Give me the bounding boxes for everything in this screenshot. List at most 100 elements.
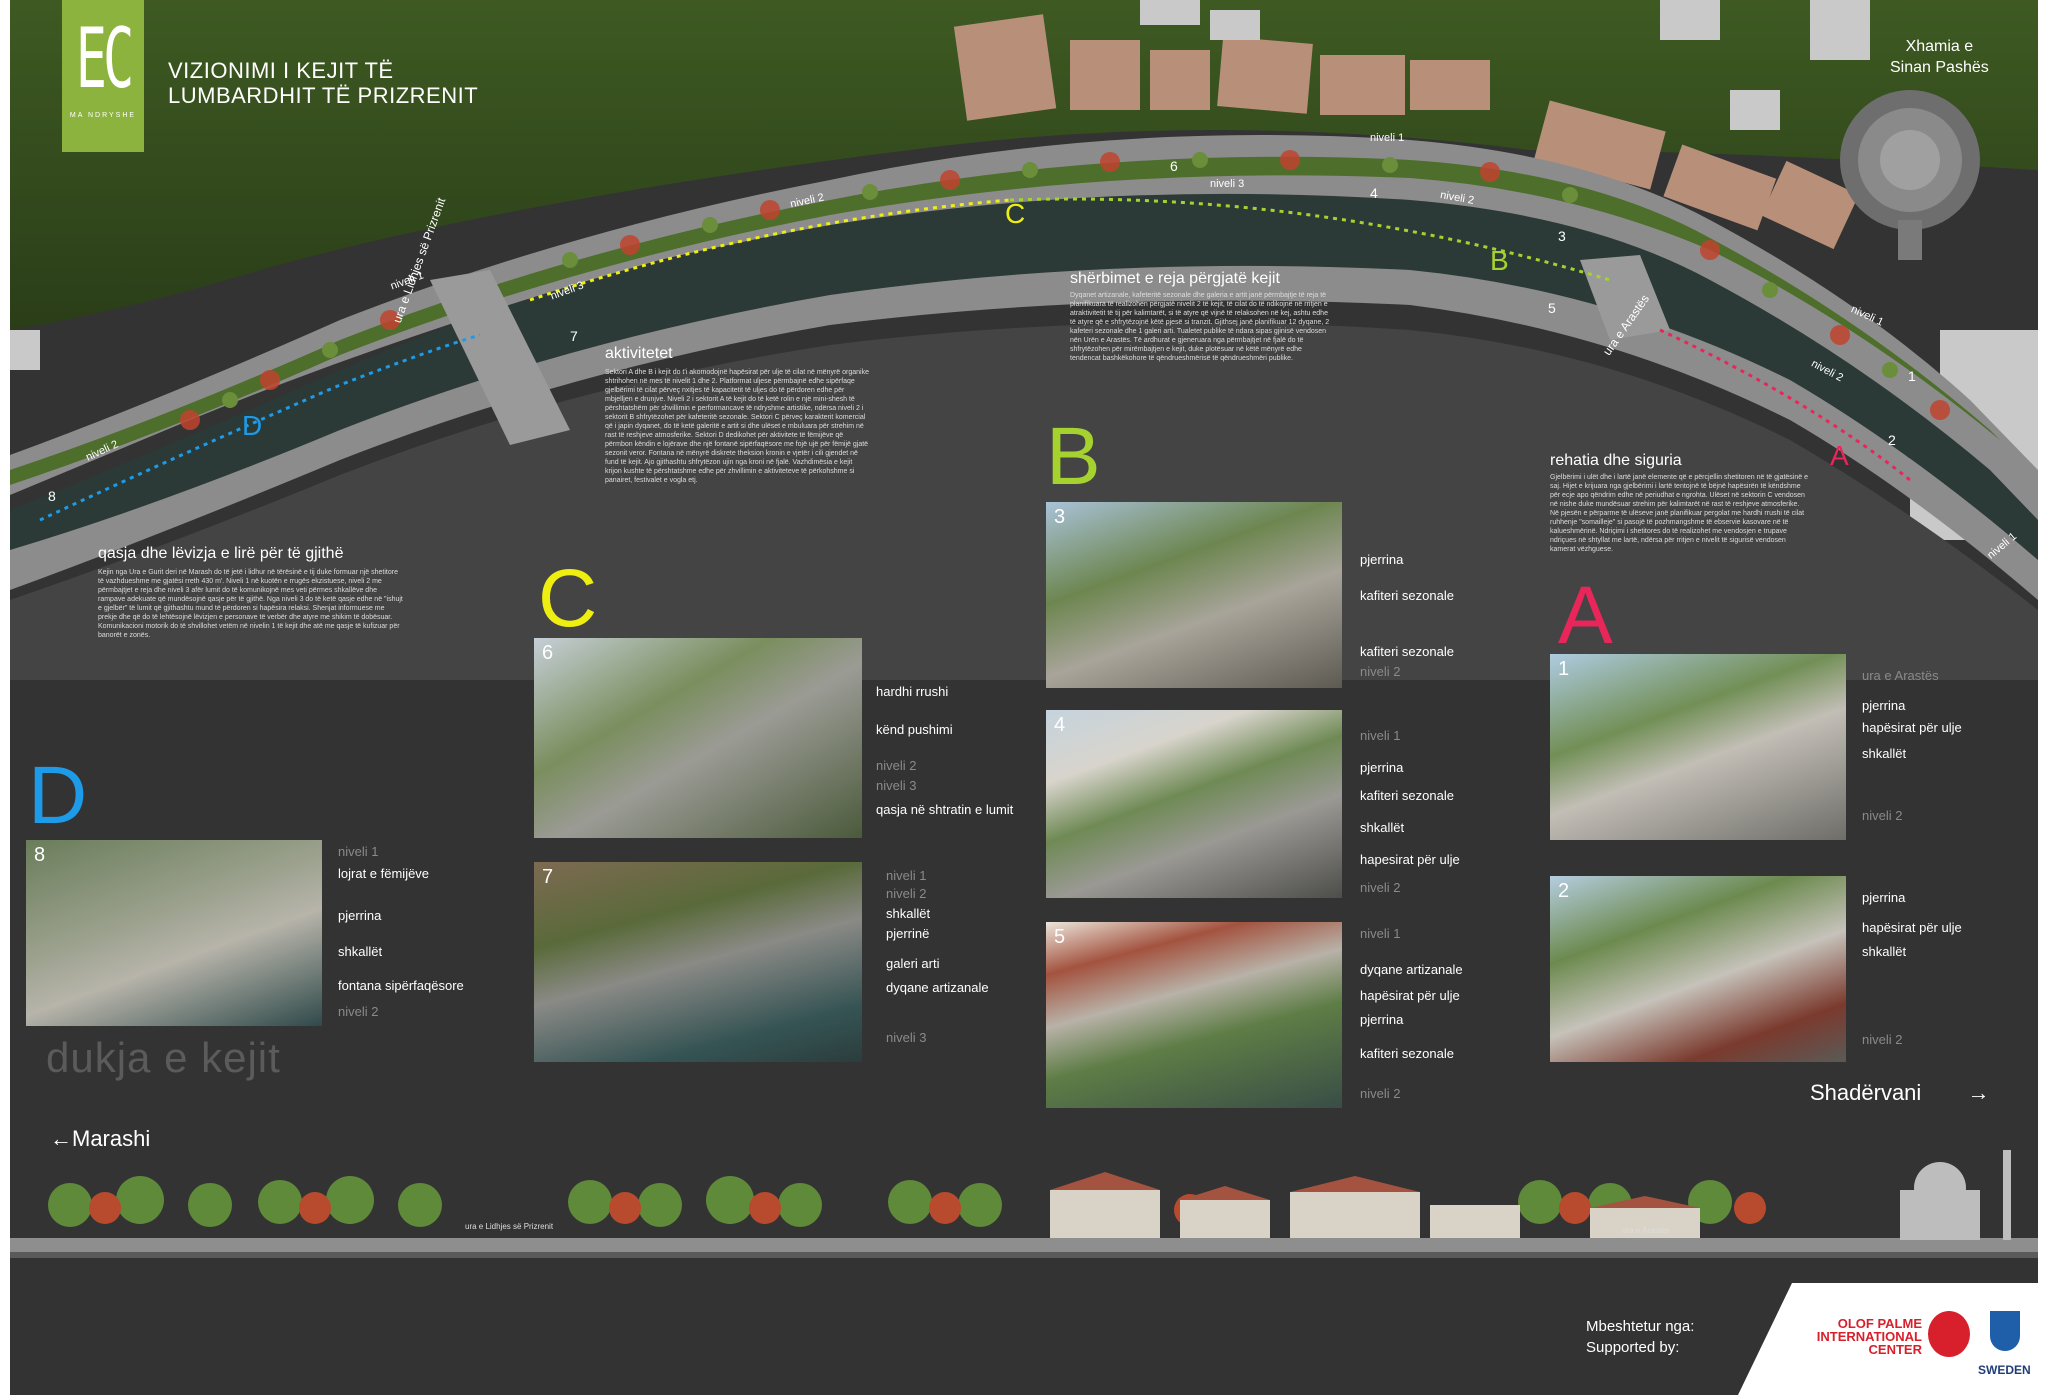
photo-number: 3 (1054, 506, 1066, 528)
mosque-label-line-1: Xhamia e (1905, 38, 1974, 55)
photo-7-label: pjerrinë (886, 926, 930, 941)
mosque-label: Xhamia e Sinan Pashës (1890, 36, 1989, 78)
photo-view-5: 5 (1046, 922, 1342, 1108)
mosque-plan (1840, 90, 1980, 260)
photo-4-label: niveli 2 (1360, 880, 1401, 895)
logo-subtitle: MA NDRYSHE (69, 111, 137, 119)
section-heading-sherbimet: shërbimet e reja përgjatë kejit (1070, 270, 1280, 287)
photo-7-label: niveli 3 (886, 1030, 927, 1045)
olof-palme-logo: OLOF PALME INTERNATIONAL CENTER (1816, 1316, 1922, 1357)
photo-1-label: hapësirat për ulje (1862, 720, 1962, 735)
photo-7-label: dyqane artizanale (886, 980, 989, 995)
plan-view-number: 7 (570, 328, 578, 344)
plan-letter-a: A (1830, 440, 1849, 471)
photo-view-4: 4 (1046, 710, 1342, 898)
river-elevation (10, 1140, 2038, 1270)
elevation-drawing (10, 1140, 2038, 1258)
mosque-label-line-2: Sinan Pashës (1890, 59, 1989, 76)
photo-5-label: niveli 2 (1360, 1086, 1401, 1101)
photo-number: 5 (1054, 926, 1066, 948)
elevation-bridge-right: ura e Arastës (1622, 1226, 1670, 1235)
photo-4-label: kafiteri sezonale (1360, 788, 1454, 803)
sweden-label: SWEDEN (1978, 1363, 2031, 1377)
photo-2-label: pjerrina (1862, 890, 1906, 905)
shadervani-label: Shadërvani (1810, 1080, 1922, 1105)
sector-letter-d: D (28, 750, 88, 841)
sector-letter-b: B (1046, 411, 1101, 502)
photo-view-7: 7 (534, 862, 862, 1062)
photo-4-label: shkallët (1360, 820, 1405, 835)
photo-3-label: niveli 2 (1360, 664, 1401, 679)
section-heading-qasja: qasja dhe lëvizja e lirë për të gjithë (98, 545, 344, 562)
section-body-qasja: Kejin nga Ura e Gurit deri në Marash do … (98, 569, 403, 639)
sponsor-panel: OLOF PALME INTERNATIONAL CENTER SWEDEN (1738, 1283, 2038, 1395)
photo-8-label: niveli 1 (338, 844, 379, 859)
sector-letter-c: C (538, 553, 598, 644)
olof-palme-portrait-icon (1928, 1311, 1970, 1357)
photo-3-label: kafiteri sezonale (1360, 644, 1454, 659)
elevation-right-label: Shadërvani → (1810, 1080, 1989, 1106)
photo-5-label: kafiteri sezonale (1360, 1046, 1454, 1061)
photo-4-label: pjerrina (1360, 760, 1404, 775)
section-body-sherbimet: Dyqanet artizanale, kafeteritë sezonale … (1070, 292, 1330, 362)
photo-view-2: 2 (1550, 876, 1846, 1062)
sweden-crest-icon (1990, 1311, 2020, 1351)
photo-6-label: hardhi rrushi (876, 684, 949, 699)
arrow-left-icon: ← (50, 1126, 72, 1151)
arrow-right-icon: → (1967, 1080, 1990, 1105)
photo-7-label: galeri arti (886, 956, 940, 971)
plan-view-number: 4 (1370, 185, 1378, 201)
title-line-2: LUMBARDHIT TË PRIZRENIT (168, 83, 479, 108)
photo-1-label: ura e Arastës (1862, 668, 1939, 683)
photo-number: 6 (542, 642, 554, 664)
elevation-caption: dukja e kejit (46, 1034, 281, 1081)
photo-4-label: niveli 1 (1360, 728, 1401, 743)
sector-letter-a: A (1558, 570, 1613, 661)
photo-number: 8 (34, 844, 46, 866)
section-heading-rehatia: rehatia dhe siguria (1550, 452, 1682, 469)
plan-letter-d: D (242, 410, 263, 441)
photo-5-label: hapësirat për ulje (1360, 988, 1460, 1003)
plan-view-number: 6 (1170, 158, 1178, 174)
photo-8-label: shkallët (338, 944, 383, 959)
photo-5-label: niveli 1 (1360, 926, 1401, 941)
plan-letter-b: B (1490, 245, 1509, 276)
photo-6-label: niveli 3 (876, 778, 917, 793)
photo-2-label: hapësirat për ulje (1862, 920, 1962, 935)
photo-6-label: kënd pushimi (876, 722, 953, 737)
photo-3-label: pjerrina (1360, 552, 1404, 567)
photo-8-label: lojrat e fëmijëve (338, 866, 430, 881)
section-heading-aktivitetet: aktivitetet (605, 345, 673, 362)
photo-7-label: niveli 1 (886, 868, 927, 883)
photo-1-label: shkallët (1862, 746, 1907, 761)
poster-board: EC MA NDRYSHE VIZIONIMI I KEJIT TË LUMBA… (10, 0, 2038, 1395)
support-line-1: Mbeshtetur nga: (1586, 1318, 1695, 1335)
plan-view-number: 3 (1558, 228, 1566, 244)
plan-view-number: 2 (1888, 432, 1896, 448)
photo-number: 4 (1054, 714, 1066, 736)
photo-8-label: pjerrina (338, 908, 382, 923)
support-line-2: Supported by: (1586, 1339, 1680, 1356)
photo-5-label: dyqane artizanale (1360, 962, 1463, 977)
plan-level-label: niveli 3 (1210, 178, 1245, 190)
photo-view-8: 8 (26, 840, 322, 1026)
photo-number: 7 (542, 866, 554, 888)
photo-1-label: pjerrina (1862, 698, 1906, 713)
plan-letter-c: C (1005, 198, 1026, 229)
plan-view-number: 1 (1908, 368, 1916, 384)
logo-mark: EC (75, 11, 135, 108)
support-text: Mbeshtetur nga: Supported by: (1586, 1316, 1694, 1358)
plan-level-label: niveli 1 (1370, 132, 1405, 144)
photo-6-label: qasja në shtratin e lumit (876, 802, 1014, 817)
photo-7-label: niveli 2 (886, 886, 927, 901)
elevation-left-label: ←Marashi (50, 1126, 150, 1152)
photo-2-label: shkallët (1862, 944, 1907, 959)
photo-8-label: niveli 2 (338, 1004, 379, 1019)
photo-5-label: pjerrina (1360, 1012, 1404, 1027)
photo-3-label: kafiteri sezonale (1360, 588, 1454, 603)
title-line-1: VIZIONIMI I KEJIT TË (168, 58, 394, 83)
photo-7-label: shkallët (886, 906, 931, 921)
photo-number: 1 (1558, 658, 1570, 680)
photo-number: 2 (1558, 880, 1570, 902)
marashi-label: Marashi (72, 1126, 151, 1151)
